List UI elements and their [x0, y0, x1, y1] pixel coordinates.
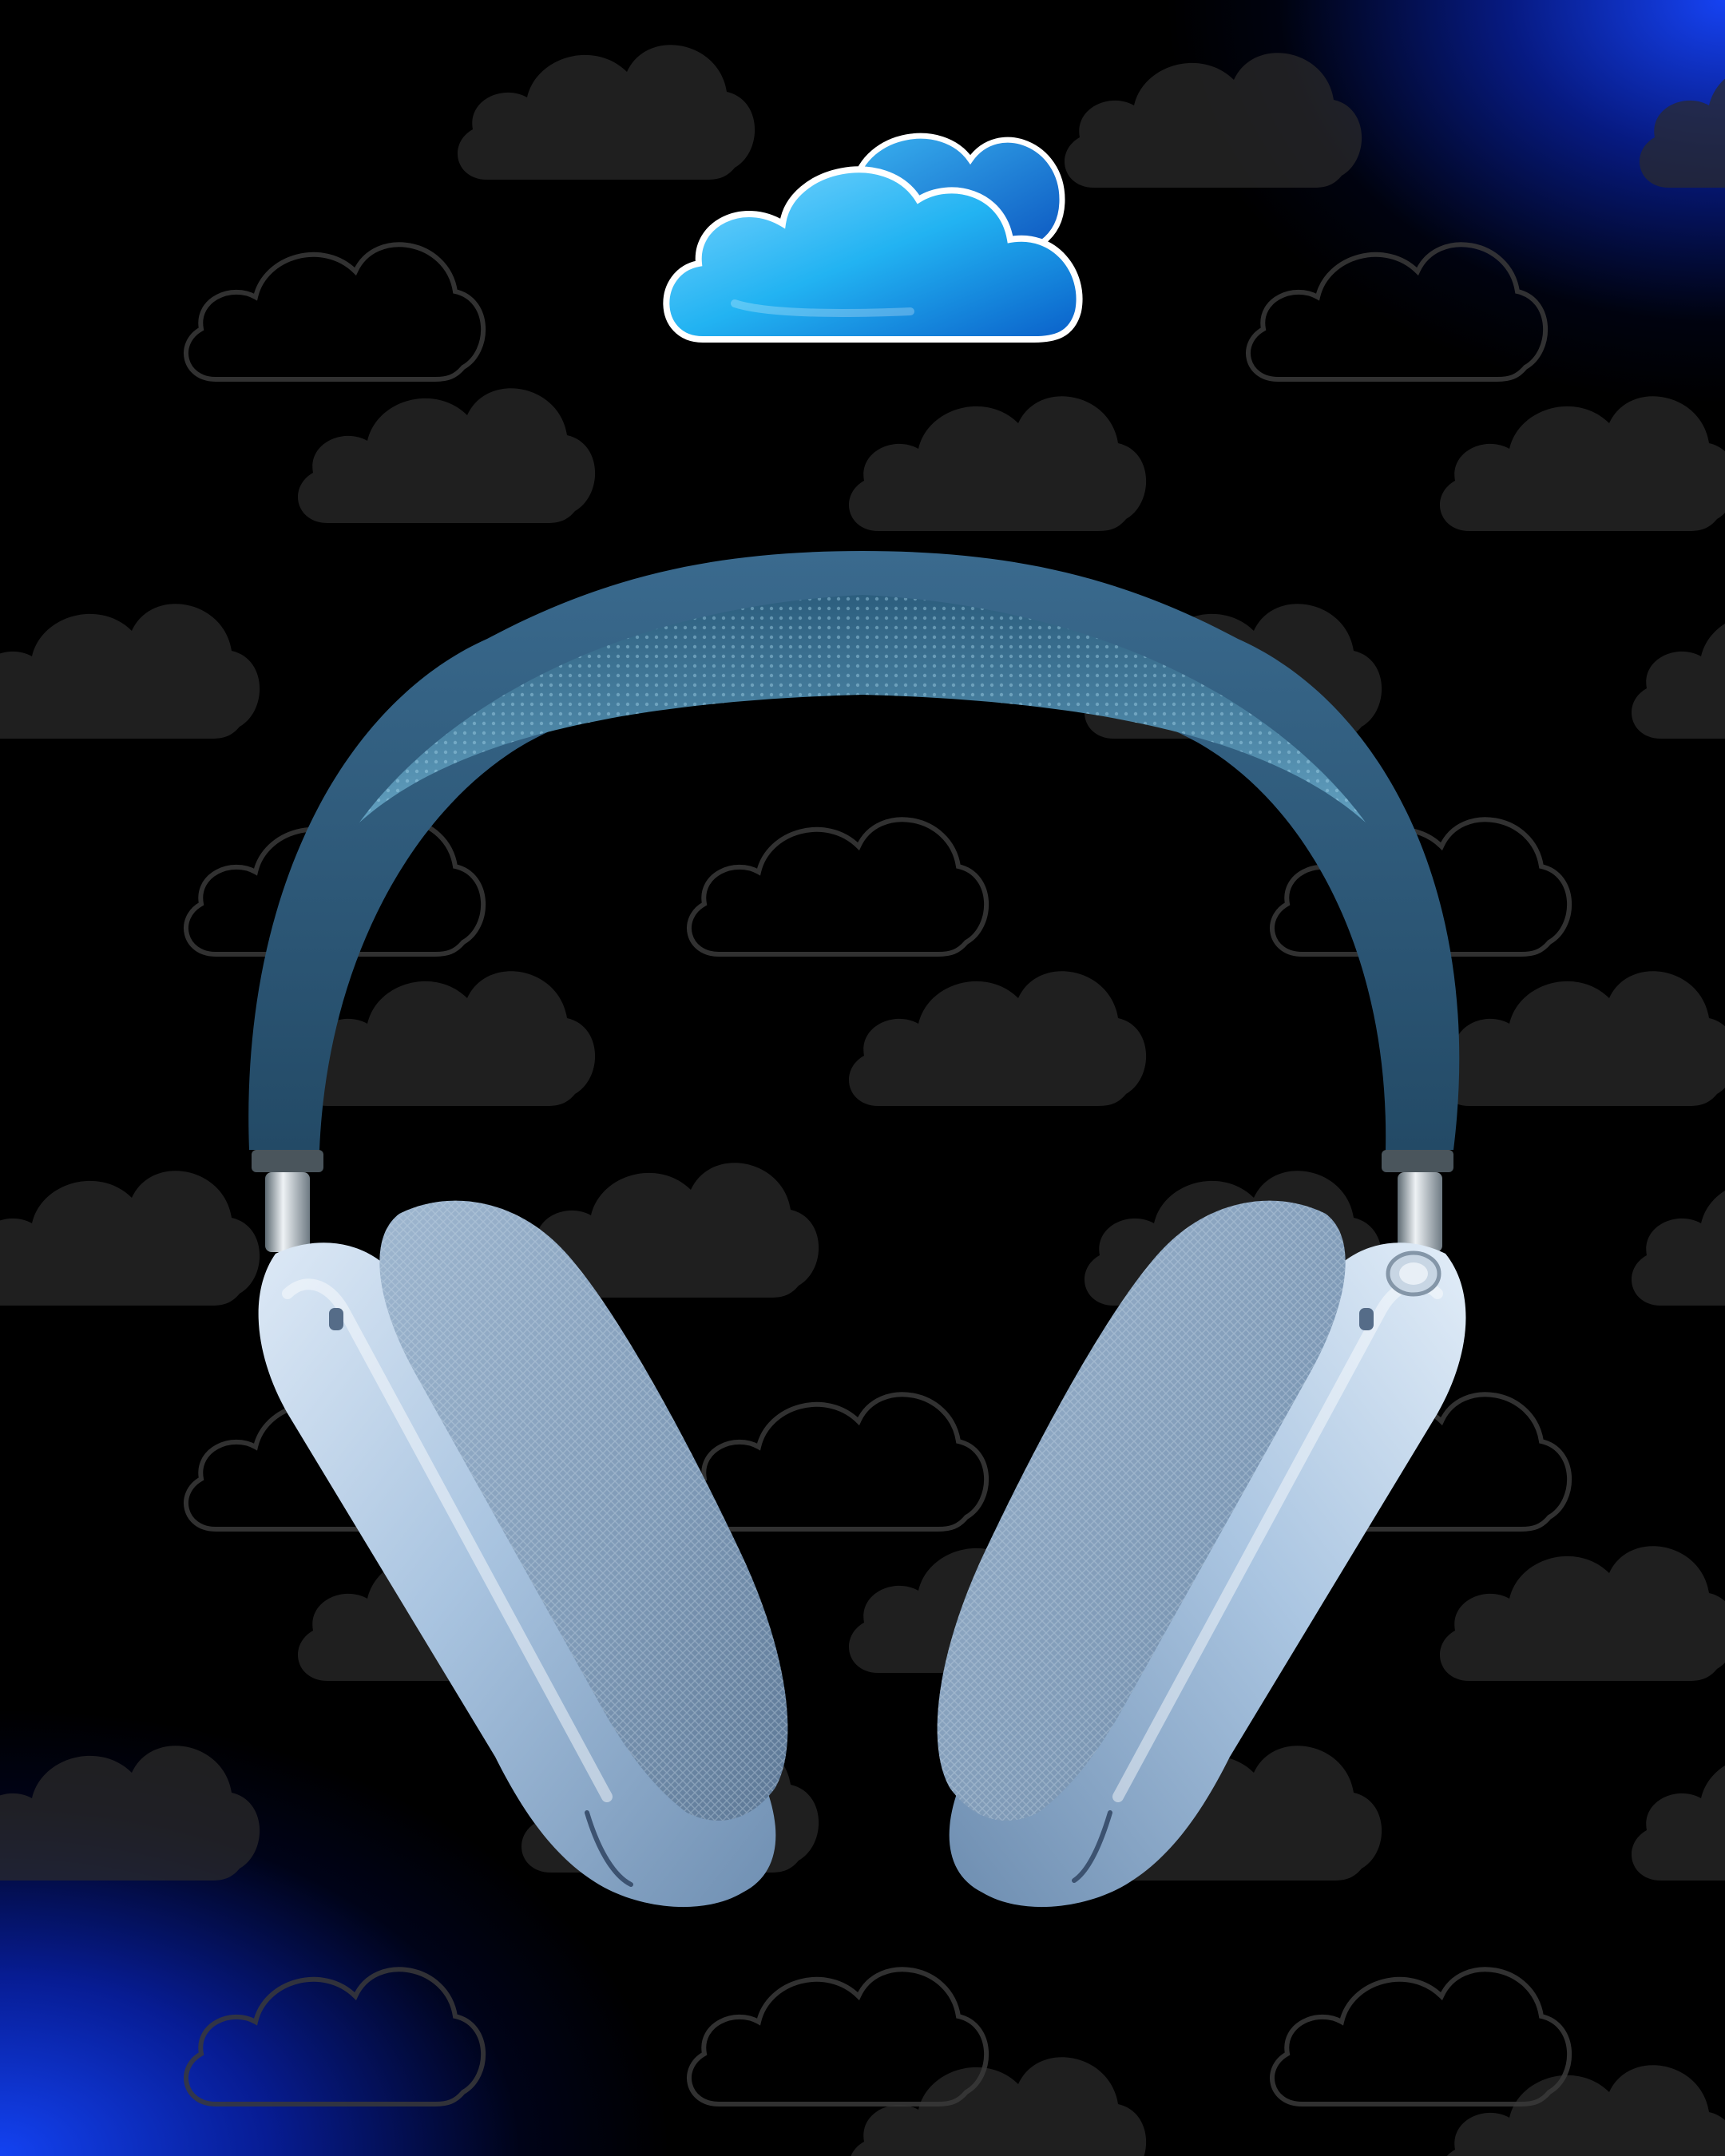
headphones — [248, 551, 1466, 1908]
left-arm — [252, 1150, 323, 1252]
digital-crown — [1386, 1250, 1441, 1297]
right-arm — [1382, 1150, 1453, 1252]
artwork-canvas — [0, 0, 1725, 2156]
